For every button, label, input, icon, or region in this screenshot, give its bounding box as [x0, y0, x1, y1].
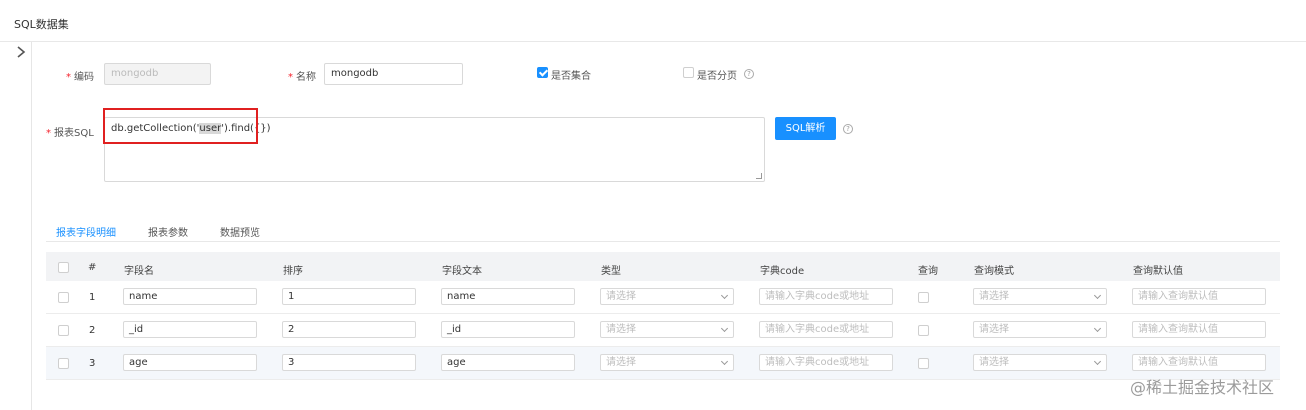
- is-paged-label: 是否分页: [697, 71, 737, 82]
- query-mode-select-value: 请选择: [979, 324, 1009, 335]
- type-select-value: 请选择: [606, 291, 636, 302]
- row-index: 2: [89, 325, 96, 336]
- column-header-field-text: 字段文本: [442, 266, 482, 277]
- select-all-checkbox[interactable]: [58, 262, 69, 273]
- type-select-value: 请选择: [606, 357, 636, 368]
- column-header-query: 查询: [918, 266, 938, 277]
- column-header-default-value: 查询默认值: [1133, 266, 1183, 277]
- query-mode-select[interactable]: 请选择: [973, 321, 1107, 338]
- order-input[interactable]: 3: [282, 354, 416, 371]
- dict-code-input[interactable]: 请输入字典code或地址: [759, 354, 893, 371]
- is-collection-checkbox[interactable]: [537, 67, 548, 78]
- chevron-down-icon: [1093, 324, 1102, 333]
- code-label: * 编码: [66, 72, 94, 83]
- title-divider: [0, 41, 1306, 42]
- is-collection-label: 是否集合: [551, 71, 591, 82]
- row-index: 3: [89, 358, 96, 369]
- column-header-index: #: [88, 262, 97, 273]
- order-input[interactable]: 2: [282, 321, 416, 338]
- code-input[interactable]: mongodb: [104, 63, 211, 85]
- chevron-down-icon: [720, 324, 729, 333]
- field-name-input[interactable]: age: [123, 354, 257, 371]
- field-text-input[interactable]: _id: [441, 321, 575, 338]
- field-text-input[interactable]: name: [441, 288, 575, 305]
- order-input[interactable]: 1: [282, 288, 416, 305]
- query-checkbox[interactable]: [918, 325, 929, 336]
- chevron-down-icon: [1093, 291, 1102, 300]
- page-title: SQL数据集: [14, 18, 69, 31]
- field-text-input[interactable]: age: [441, 354, 575, 371]
- chevron-right-icon[interactable]: [14, 45, 28, 59]
- watermark: @稀土掘金技术社区: [1130, 378, 1275, 397]
- tab-data-preview[interactable]: 数据预览: [220, 224, 260, 239]
- row-checkbox[interactable]: [58, 358, 69, 369]
- left-rail-divider: [31, 42, 32, 410]
- column-header-query-mode: 查询模式: [974, 266, 1014, 277]
- name-label: * 名称: [288, 72, 316, 83]
- row-index: 1: [89, 292, 96, 303]
- query-checkbox[interactable]: [918, 292, 929, 303]
- default-value-input[interactable]: 请输入查询默认值: [1132, 288, 1266, 305]
- field-name-input[interactable]: name: [123, 288, 257, 305]
- resize-handle[interactable]: [756, 173, 762, 179]
- column-header-type: 类型: [601, 266, 621, 277]
- query-mode-select[interactable]: 请选择: [973, 354, 1107, 371]
- field-name-input[interactable]: _id: [123, 321, 257, 338]
- type-select[interactable]: 请选择: [600, 321, 734, 338]
- dict-code-input[interactable]: 请输入字典code或地址: [759, 321, 893, 338]
- default-value-input[interactable]: 请输入查询默认值: [1132, 321, 1266, 338]
- chevron-down-icon: [1093, 357, 1102, 366]
- type-select[interactable]: 请选择: [600, 354, 734, 371]
- tab-report-params[interactable]: 报表参数: [148, 224, 188, 239]
- dict-code-input[interactable]: 请输入字典code或地址: [759, 288, 893, 305]
- default-value-input[interactable]: 请输入查询默认值: [1132, 354, 1266, 371]
- column-header-dict-code: 字典code: [760, 266, 805, 277]
- row-checkbox[interactable]: [58, 325, 69, 336]
- query-checkbox[interactable]: [918, 358, 929, 369]
- help-icon[interactable]: ?: [744, 69, 754, 79]
- is-paged-checkbox[interactable]: [683, 67, 694, 78]
- annotation-highlight-box: [103, 108, 258, 144]
- chevron-down-icon: [720, 357, 729, 366]
- row-checkbox[interactable]: [58, 292, 69, 303]
- name-input[interactable]: mongodb: [324, 63, 463, 85]
- query-mode-select-value: 请选择: [979, 291, 1009, 302]
- table-header: [46, 252, 1280, 281]
- type-select-value: 请选择: [606, 324, 636, 335]
- type-select[interactable]: 请选择: [600, 288, 734, 305]
- chevron-down-icon: [720, 291, 729, 300]
- help-icon[interactable]: ?: [843, 124, 853, 134]
- query-mode-select[interactable]: 请选择: [973, 288, 1107, 305]
- column-header-field-name: 字段名: [124, 266, 154, 277]
- sql-parse-button[interactable]: SQL解析: [775, 117, 836, 140]
- column-header-order: 排序: [283, 266, 303, 277]
- tabs-divider: [46, 241, 1280, 242]
- sql-label: * 报表SQL: [46, 128, 94, 139]
- query-mode-select-value: 请选择: [979, 357, 1009, 368]
- tab-field-details[interactable]: 报表字段明细: [56, 224, 116, 239]
